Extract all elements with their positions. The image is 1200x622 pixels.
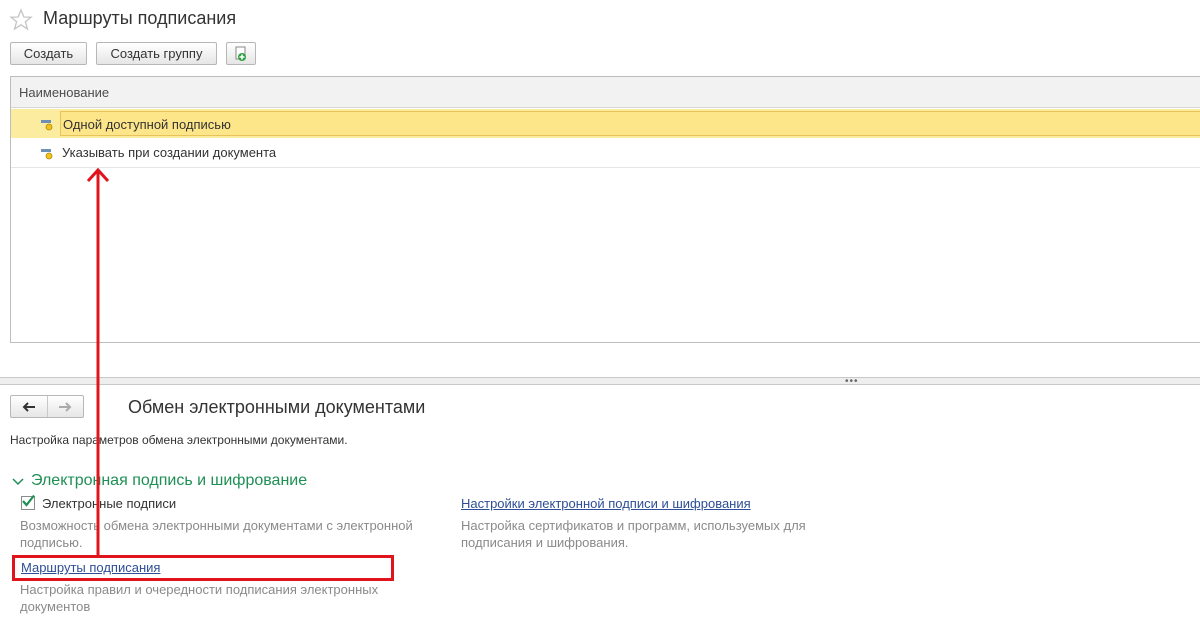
page-title: Маршруты подписания bbox=[43, 8, 237, 28]
signature-settings-description: Настройка сертификатов и программ, испол… bbox=[461, 518, 806, 550]
list-row-name: Указывать при создании документа bbox=[62, 145, 277, 160]
list-row-name: Одной доступной подписью bbox=[60, 111, 1200, 136]
signature-settings-link[interactable]: Настройки электронной подписи и шифрован… bbox=[461, 496, 751, 511]
create-group-button[interactable]: Создать группу bbox=[96, 42, 217, 65]
signatures-checkbox-label[interactable]: Электронные подписи bbox=[42, 496, 176, 511]
routes-list[interactable]: Наименование Одной доступной подписью Ук… bbox=[10, 76, 1200, 343]
column-header-name[interactable]: Наименование bbox=[11, 77, 1200, 108]
arrow-right-icon bbox=[59, 401, 72, 412]
section-description: Настройка параметров обмена электронными… bbox=[10, 433, 348, 447]
list-row[interactable]: Одной доступной подписью bbox=[11, 109, 1200, 138]
forward-button[interactable] bbox=[48, 396, 84, 417]
group-title[interactable]: Электронная подпись и шифрование bbox=[31, 472, 307, 490]
checkmark-icon bbox=[22, 494, 35, 507]
create-button[interactable]: Создать bbox=[10, 42, 87, 65]
catalog-item-icon bbox=[41, 120, 53, 131]
add-document-button[interactable] bbox=[226, 42, 256, 65]
chevron-down-icon[interactable] bbox=[12, 478, 24, 486]
add-document-icon bbox=[235, 46, 246, 61]
list-row[interactable]: Указывать при создании документа bbox=[11, 138, 1200, 168]
catalog-item-icon bbox=[41, 149, 53, 160]
highlight-box bbox=[12, 555, 394, 581]
panel-splitter[interactable] bbox=[0, 377, 1200, 385]
section-title: Обмен электронными документами bbox=[128, 397, 426, 417]
signing-routes-description: Настройка правил и очередности подписани… bbox=[20, 582, 379, 614]
signatures-checkbox[interactable] bbox=[21, 494, 35, 510]
arrow-left-icon bbox=[22, 401, 35, 412]
navigation-buttons bbox=[10, 395, 84, 418]
star-icon[interactable] bbox=[9, 8, 33, 32]
back-button[interactable] bbox=[11, 396, 48, 417]
splitter-grip-icon[interactable]: ••• bbox=[845, 377, 859, 387]
signatures-description: Возможность обмена электронными документ… bbox=[20, 518, 413, 550]
